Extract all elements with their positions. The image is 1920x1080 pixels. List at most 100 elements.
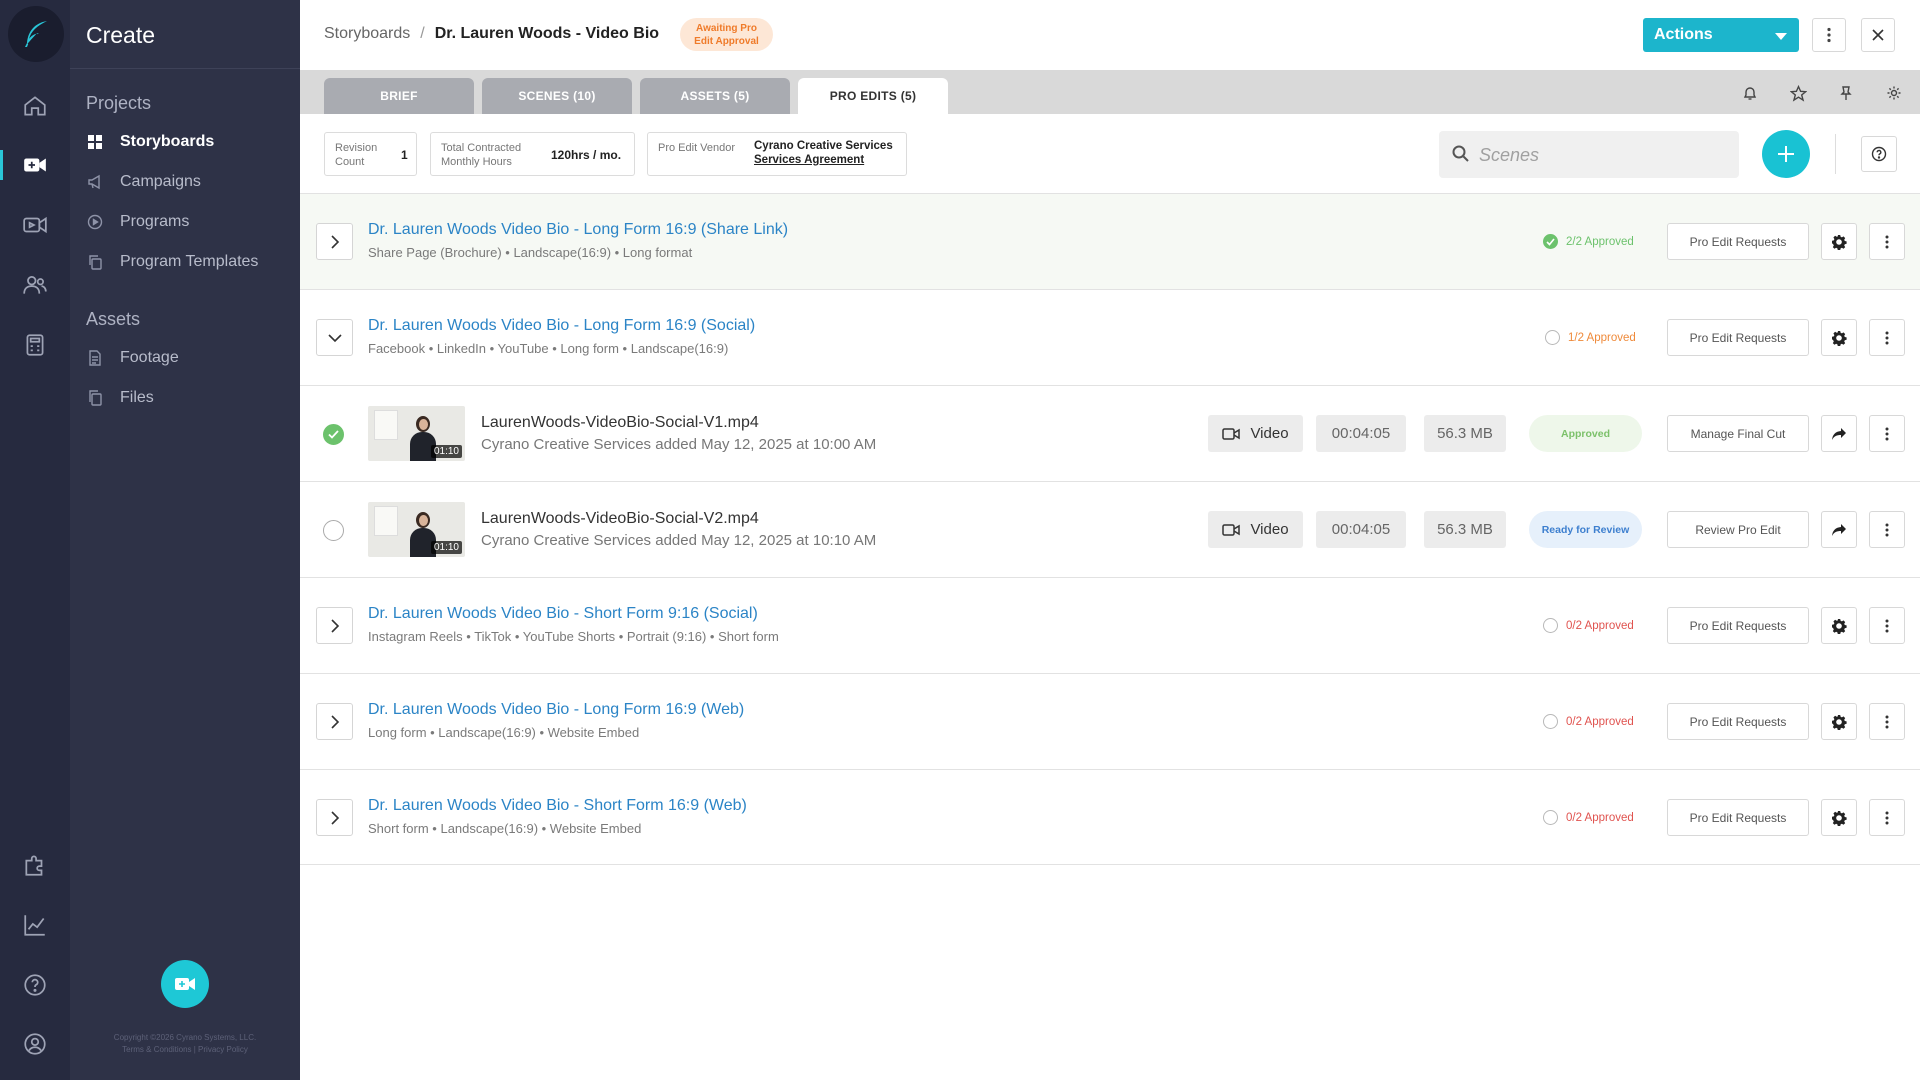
- breadcrumb-storyboards-link[interactable]: Storyboards: [324, 25, 410, 43]
- pro-edit-title-link[interactable]: Dr. Lauren Woods Video Bio - Long Form 1…: [368, 701, 744, 719]
- calculator-icon[interactable]: [17, 327, 53, 363]
- duration-badge: 00:04:05: [1316, 511, 1406, 548]
- sidebar-item-program-templates[interactable]: Program Templates: [86, 247, 258, 277]
- manage-final-cut-button[interactable]: Manage Final Cut: [1667, 415, 1809, 452]
- pro-edit-requests-button[interactable]: Pro Edit Requests: [1667, 799, 1809, 836]
- sidebar-item-label: Programs: [120, 213, 190, 230]
- add-button[interactable]: [1762, 130, 1810, 178]
- bell-icon[interactable]: [1739, 82, 1761, 104]
- sidebar-item-storyboards[interactable]: Storyboards: [86, 127, 214, 157]
- chevron-right-icon: [330, 714, 339, 729]
- tab-assets[interactable]: ASSETS (5): [640, 78, 790, 114]
- video-camera-icon[interactable]: [17, 147, 53, 183]
- copyright-text: Copyright ©2026 Cyrano Systems, LLC.: [113, 1033, 257, 1042]
- pro-edit-requests-button[interactable]: Pro Edit Requests: [1667, 223, 1809, 260]
- record-video-button[interactable]: [161, 960, 209, 1008]
- chevron-down-icon: [327, 333, 342, 342]
- legal-links[interactable]: Terms & Conditions | Privacy Policy: [70, 1045, 300, 1054]
- sidebar-item-campaigns[interactable]: Campaigns: [86, 167, 201, 197]
- review-pro-edit-button[interactable]: Review Pro Edit: [1667, 511, 1809, 548]
- puzzle-icon[interactable]: [17, 847, 53, 883]
- feather-logo-icon[interactable]: [8, 6, 64, 62]
- more-options-button[interactable]: [1812, 18, 1846, 52]
- star-icon[interactable]: [1787, 82, 1809, 104]
- collapse-button[interactable]: [316, 319, 353, 356]
- expand-button[interactable]: [316, 799, 353, 836]
- check-circle-icon: [1543, 234, 1558, 249]
- empty-circle-icon: [1543, 618, 1558, 633]
- pro-edit-requests-button[interactable]: Pro Edit Requests: [1667, 703, 1809, 740]
- hours-label-1: Total Contracted: [441, 142, 522, 154]
- row-more-button[interactable]: [1869, 703, 1905, 740]
- tab-pro-edits[interactable]: PRO EDITS (5): [798, 78, 948, 114]
- sidebar-item-programs[interactable]: Programs: [86, 207, 189, 237]
- share-button[interactable]: [1821, 511, 1857, 548]
- sidebar-item-files[interactable]: Files: [86, 383, 154, 413]
- revision-label-1: Revision: [335, 142, 378, 154]
- pro-edit-requests-button[interactable]: Pro Edit Requests: [1667, 319, 1809, 356]
- list-item: Dr. Lauren Woods Video Bio - Long Form 1…: [300, 193, 1920, 289]
- expand-button[interactable]: [316, 703, 353, 740]
- row-more-button[interactable]: [1869, 319, 1905, 356]
- file-name[interactable]: LaurenWoods-VideoBio-Social-V2.mp4: [481, 510, 759, 528]
- selected-check-icon[interactable]: [323, 424, 344, 445]
- sidebar-item-label: Files: [120, 389, 154, 406]
- close-button[interactable]: [1861, 18, 1895, 52]
- users-icon[interactable]: [17, 267, 53, 303]
- share-button[interactable]: [1821, 415, 1857, 452]
- file-row: 01:10 LaurenWoods-VideoBio-Social-V2.mp4…: [300, 481, 1920, 577]
- file-name[interactable]: LaurenWoods-VideoBio-Social-V1.mp4: [481, 414, 759, 432]
- gear-icon: [1832, 810, 1847, 826]
- row-settings-button[interactable]: [1821, 607, 1857, 644]
- sidebar-group-assets: Assets: [86, 309, 141, 329]
- unselected-circle-icon[interactable]: [323, 520, 344, 541]
- search-input[interactable]: [1479, 143, 1719, 167]
- row-settings-button[interactable]: [1821, 799, 1857, 836]
- analytics-chart-icon[interactable]: [17, 907, 53, 943]
- app-title: Create: [86, 22, 156, 48]
- settings-gear-icon[interactable]: [1883, 82, 1905, 104]
- row-settings-button[interactable]: [1821, 703, 1857, 740]
- pro-edit-title-link[interactable]: Dr. Lauren Woods Video Bio - Short Form …: [368, 605, 758, 623]
- pro-edit-title-link[interactable]: Dr. Lauren Woods Video Bio - Long Form 1…: [368, 221, 788, 239]
- row-settings-button[interactable]: [1821, 223, 1857, 260]
- tab-scenes[interactable]: SCENES (10): [482, 78, 632, 114]
- status-badge: Awaiting Pro Edit Approval: [680, 18, 773, 51]
- video-thumbnail[interactable]: 01:10: [368, 502, 465, 557]
- video-camera-icon: [1222, 427, 1241, 441]
- video-library-icon[interactable]: [17, 207, 53, 243]
- pin-icon[interactable]: [1835, 82, 1857, 104]
- actions-dropdown-button[interactable]: Actions: [1643, 18, 1799, 52]
- services-agreement-link[interactable]: Services Agreement: [754, 154, 864, 166]
- pro-edit-title-link[interactable]: Dr. Lauren Woods Video Bio - Long Form 1…: [368, 317, 755, 335]
- row-more-button[interactable]: [1869, 607, 1905, 644]
- pro-edit-title-link[interactable]: Dr. Lauren Woods Video Bio - Short Form …: [368, 797, 747, 815]
- status-badge-line-1: Awaiting Pro: [696, 23, 757, 34]
- revision-count-box: Revision Count 1: [324, 132, 417, 176]
- pro-edit-requests-button[interactable]: Pro Edit Requests: [1667, 607, 1809, 644]
- help-circle-icon[interactable]: [17, 967, 53, 1003]
- expand-button[interactable]: [316, 607, 353, 644]
- row-more-button[interactable]: [1869, 223, 1905, 260]
- row-more-button[interactable]: [1869, 511, 1905, 548]
- pro-edit-subtitle: Short form • Landscape(16:9) • Website E…: [368, 821, 642, 836]
- tab-brief[interactable]: BRIEF: [324, 78, 474, 114]
- media-type-badge: Video: [1208, 511, 1303, 548]
- vertical-dots-icon: [1885, 331, 1889, 344]
- row-more-button[interactable]: [1869, 415, 1905, 452]
- row-settings-button[interactable]: [1821, 319, 1857, 356]
- plus-icon: [1778, 146, 1794, 162]
- sidebar-item-footage[interactable]: Footage: [86, 343, 179, 373]
- approval-status: 2/2 Approved: [1543, 234, 1634, 249]
- vertical-dots-icon: [1885, 619, 1889, 632]
- video-thumbnail[interactable]: 01:10: [368, 406, 465, 461]
- expand-button[interactable]: [316, 223, 353, 260]
- approval-status-text: 1/2 Approved: [1568, 331, 1636, 344]
- account-icon[interactable]: [17, 1026, 53, 1062]
- home-icon[interactable]: [17, 88, 53, 124]
- help-button[interactable]: [1861, 136, 1897, 172]
- video-camera-icon: [1222, 523, 1241, 537]
- rail-active-indicator: [0, 150, 3, 180]
- row-more-button[interactable]: [1869, 799, 1905, 836]
- chevron-right-icon: [330, 234, 339, 249]
